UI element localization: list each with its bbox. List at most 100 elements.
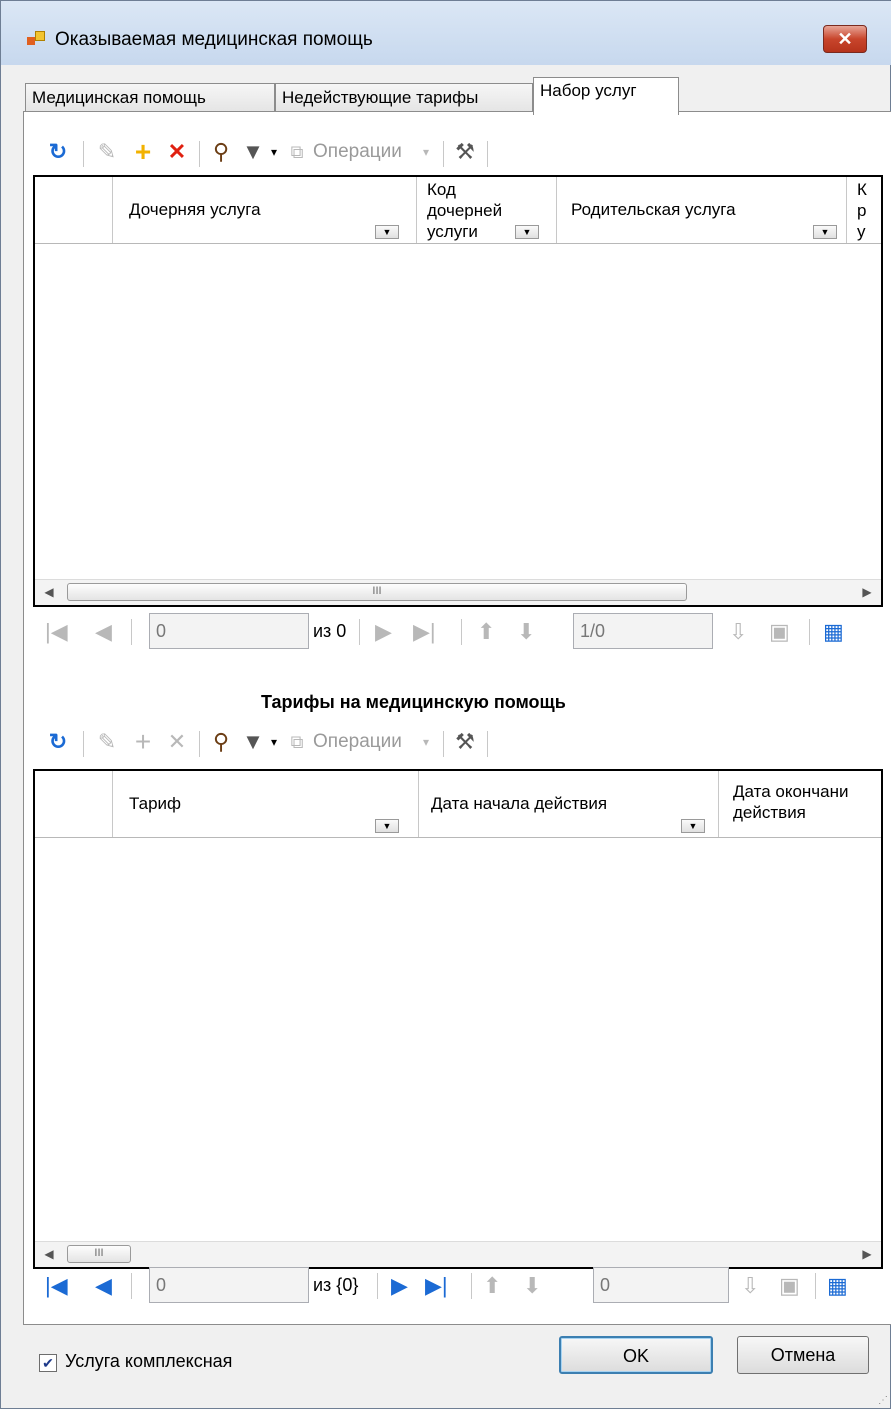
tariffs-grid-hscroll[interactable]: ◀ III ▶ (35, 1241, 881, 1267)
add-icon[interactable]: + (129, 725, 157, 759)
column-dropdown-icon[interactable]: ▼ (813, 225, 837, 239)
first-page-icon[interactable]: |◀ (45, 1273, 68, 1299)
services-navigator: |◀ ◀ 0 из 0 ▶ ▶| ⬆ ⬇ 1/0 ⇩ ▣ ▦ (39, 613, 879, 653)
export-icon[interactable]: ⇩ (729, 619, 747, 645)
settings-tools-icon[interactable]: ⚒ (451, 135, 479, 169)
next-page-icon[interactable]: ▶ (375, 619, 392, 645)
scroll-right-icon[interactable]: ▶ (857, 1244, 877, 1264)
column-header-label: Дата начала действия (431, 794, 608, 813)
export-icon[interactable]: ⇩ (741, 1273, 759, 1299)
last-page-icon[interactable]: ▶| (425, 1273, 448, 1299)
close-button[interactable]: ✕ (823, 25, 867, 53)
services-grid[interactable]: Дочерняя услуга ▼ Код дочерней услуги ▼ … (33, 175, 883, 607)
first-page-icon[interactable]: |◀ (45, 619, 68, 645)
services-grid-header: Дочерняя услуга ▼ Код дочерней услуги ▼ … (35, 177, 881, 244)
refresh-icon[interactable]: ↻ (45, 725, 71, 759)
page-input[interactable]: 1/0 (573, 613, 713, 649)
row-selector-header[interactable] (35, 177, 113, 243)
complex-service-checkbox[interactable]: ✔ (39, 1354, 57, 1372)
tariffs-toolbar: ↻ ✎ + ✕ ⚲ ▼ ▾ ⧉ Операции ▾ ⚒ (39, 725, 639, 763)
binoculars-icon[interactable]: ⚲ (207, 135, 235, 169)
toolbar-separator (443, 731, 444, 757)
delete-icon[interactable]: ✕ (163, 725, 191, 759)
ok-button[interactable]: OK (559, 1336, 713, 1374)
services-grid-hscroll[interactable]: ◀ III ▶ (35, 579, 881, 605)
app-icon (27, 31, 45, 49)
column-header-end-date[interactable]: Дата окончани действия (719, 771, 881, 837)
position-input[interactable]: 0 (149, 613, 309, 649)
tariffs-grid[interactable]: Тариф ▼ Дата начала действия ▼ Дата окон… (33, 769, 883, 1269)
window-title: Оказываемая медицинская помощь (55, 29, 373, 50)
filter-dropdown-icon[interactable]: ▾ (267, 725, 281, 759)
operations-dropdown-icon[interactable]: ▾ (419, 725, 433, 759)
tab-medical-care[interactable]: Медицинская помощь (25, 83, 275, 113)
page-input[interactable]: 0 (593, 1267, 729, 1303)
column-dropdown-icon[interactable]: ▼ (681, 819, 705, 833)
operations-dropdown-icon[interactable]: ▾ (419, 135, 433, 169)
column-header-label: Дочерняя услуга (129, 200, 261, 219)
column-dropdown-icon[interactable]: ▼ (375, 819, 399, 833)
scroll-left-icon[interactable]: ◀ (39, 582, 59, 602)
toolbar-separator (83, 731, 84, 757)
column-dropdown-icon[interactable]: ▼ (515, 225, 539, 239)
filter-icon[interactable]: ▼ (239, 135, 267, 169)
settings-tools-icon[interactable]: ⚒ (451, 725, 479, 759)
toolbar-separator (83, 141, 84, 167)
row-selector-header[interactable] (35, 771, 113, 837)
tab-service-set[interactable]: Набор услуг (533, 77, 679, 115)
scroll-thumb[interactable]: III (67, 1245, 131, 1263)
tab-inactive-tariffs[interactable]: Недействующие тарифы (275, 83, 533, 113)
operations-icon[interactable]: ⧉ (285, 135, 309, 169)
prev-page-icon[interactable]: ◀ (95, 619, 112, 645)
filter-dropdown-icon[interactable]: ▾ (267, 135, 281, 169)
scroll-left-icon[interactable]: ◀ (39, 1244, 59, 1264)
navigator-separator (815, 1273, 816, 1299)
edit-icon[interactable]: ✎ (93, 135, 121, 169)
column-header-child-code[interactable]: Код дочерней услуги ▼ (417, 177, 557, 243)
operations-button[interactable]: Операции (313, 141, 402, 163)
filter-icon[interactable]: ▼ (239, 725, 267, 759)
edit-icon[interactable]: ✎ (93, 725, 121, 759)
toolbar-separator (487, 141, 488, 167)
prev-page-icon[interactable]: ◀ (95, 1273, 112, 1299)
record-count-label: из {0} (313, 1275, 359, 1295)
table-view-icon[interactable]: ▦ (823, 619, 844, 645)
next-block-icon[interactable]: ⬇ (523, 1273, 541, 1299)
navigator-separator (359, 619, 360, 645)
next-block-icon[interactable]: ⬇ (517, 619, 535, 645)
operations-icon[interactable]: ⧉ (285, 725, 309, 759)
column-header-start-date[interactable]: Дата начала действия ▼ (419, 771, 719, 837)
navigator-separator (809, 619, 810, 645)
column-header-label: Тариф (129, 794, 182, 813)
toolbar-separator (443, 141, 444, 167)
title-bar[interactable]: Оказываемая медицинская помощь ✕ (1, 1, 891, 65)
toolbar-separator (487, 731, 488, 757)
position-input[interactable]: 0 (149, 1267, 309, 1303)
prev-block-icon[interactable]: ⬆ (483, 1273, 501, 1299)
refresh-icon[interactable]: ↻ (45, 135, 71, 169)
prev-block-icon[interactable]: ⬆ (477, 619, 495, 645)
column-header-parent-code[interactable]: К р у (847, 177, 881, 243)
toolbar-separator (199, 731, 200, 757)
cancel-button[interactable]: Отмена (737, 1336, 869, 1374)
complex-service-label[interactable]: Услуга комплексная (65, 1351, 232, 1372)
next-page-icon[interactable]: ▶ (391, 1273, 408, 1299)
column-header-parent-service[interactable]: Родительская услуга ▼ (557, 177, 847, 243)
scroll-right-icon[interactable]: ▶ (857, 582, 877, 602)
binoculars-icon[interactable]: ⚲ (207, 725, 235, 759)
tariffs-section-title: Тарифы на медицинскую помощь (261, 692, 566, 712)
operations-button[interactable]: Операции (313, 731, 402, 753)
navigator-separator (471, 1273, 472, 1299)
column-header-child-service[interactable]: Дочерняя услуга ▼ (113, 177, 417, 243)
save-icon[interactable]: ▣ (779, 1273, 800, 1299)
resize-grip-icon[interactable]: ⋰ (878, 1395, 888, 1406)
add-icon[interactable]: + (129, 135, 157, 169)
delete-icon[interactable]: ✕ (163, 135, 191, 169)
column-header-tariff[interactable]: Тариф ▼ (113, 771, 419, 837)
save-icon[interactable]: ▣ (769, 619, 790, 645)
column-dropdown-icon[interactable]: ▼ (375, 225, 399, 239)
scroll-thumb[interactable]: III (67, 583, 687, 601)
last-page-icon[interactable]: ▶| (413, 619, 436, 645)
table-view-icon[interactable]: ▦ (827, 1273, 848, 1299)
tariffs-navigator: |◀ ◀ 0 из {0} ▶ ▶| ⬆ ⬇ 0 ⇩ ▣ ▦ (39, 1267, 879, 1307)
